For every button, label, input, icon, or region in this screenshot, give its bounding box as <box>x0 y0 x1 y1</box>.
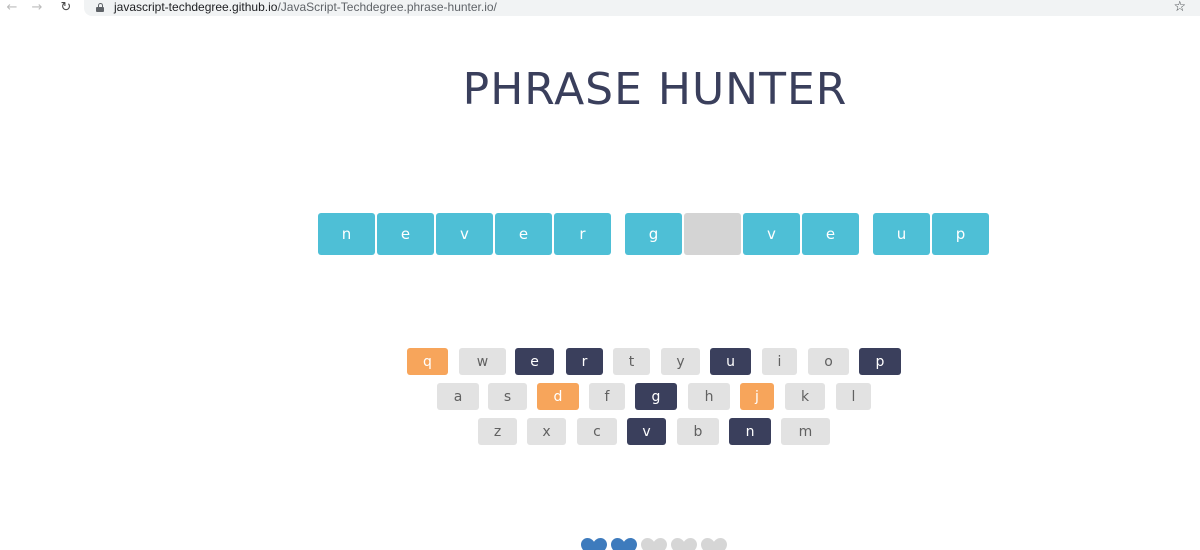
phrase-letter: r <box>554 213 611 255</box>
key-m[interactable]: m <box>781 418 830 445</box>
phrase-letter: n <box>318 213 375 255</box>
phrase-letter: v <box>436 213 493 255</box>
key-d[interactable]: d <box>537 383 579 410</box>
key-t[interactable]: t <box>613 348 650 375</box>
key-q[interactable]: q <box>407 348 448 375</box>
key-k[interactable]: k <box>785 383 825 410</box>
key-g[interactable]: g <box>635 383 677 410</box>
key-l[interactable]: l <box>836 383 871 410</box>
address-bar[interactable]: javascript-techdegree.github.io/JavaScri… <box>84 0 1200 16</box>
phrase-letter: g <box>625 213 682 255</box>
heart-lost-icon <box>671 538 697 550</box>
phrase-letter: e <box>495 213 552 255</box>
key-b[interactable]: b <box>677 418 719 445</box>
key-j[interactable]: j <box>740 383 774 410</box>
phrase-letter: p <box>932 213 989 255</box>
phrase-letter: e <box>802 213 859 255</box>
key-z[interactable]: z <box>478 418 517 445</box>
key-u[interactable]: u <box>710 348 751 375</box>
phrase-letter: u <box>873 213 930 255</box>
url-path: /JavaScript-Techdegree.phrase-hunter.io/ <box>277 0 497 14</box>
key-s[interactable]: s <box>488 383 527 410</box>
phrase-letter: e <box>377 213 434 255</box>
heart-icon <box>581 538 607 550</box>
back-arrow-icon[interactable]: ← <box>3 0 21 15</box>
key-c[interactable]: c <box>577 418 617 445</box>
key-v[interactable]: v <box>627 418 666 445</box>
lock-icon[interactable] <box>96 3 104 12</box>
phrase-letter: v <box>743 213 800 255</box>
browser-toolbar: ← → ↻ javascript-techdegree.github.io/Ja… <box>0 0 1200 17</box>
key-f[interactable]: f <box>589 383 625 410</box>
heart-icon <box>611 538 637 550</box>
page-title: PHRASE HUNTER <box>462 64 848 115</box>
key-p[interactable]: p <box>859 348 901 375</box>
key-y[interactable]: y <box>661 348 700 375</box>
url-host: javascript-techdegree.github.io <box>114 0 278 14</box>
phrase-letter-hidden <box>684 213 741 255</box>
reload-icon[interactable]: ↻ <box>57 0 75 15</box>
star-icon[interactable]: ☆ <box>1173 0 1186 15</box>
key-r[interactable]: r <box>566 348 603 375</box>
key-w[interactable]: w <box>459 348 506 375</box>
key-a[interactable]: a <box>437 383 479 410</box>
forward-arrow-icon[interactable]: → <box>28 0 46 15</box>
key-n[interactable]: n <box>729 418 771 445</box>
url-text[interactable]: javascript-techdegree.github.io/JavaScri… <box>114 1 497 14</box>
key-x[interactable]: x <box>527 418 566 445</box>
key-o[interactable]: o <box>808 348 849 375</box>
key-i[interactable]: i <box>762 348 797 375</box>
heart-lost-icon <box>641 538 667 550</box>
key-e[interactable]: e <box>515 348 554 375</box>
key-h[interactable]: h <box>688 383 730 410</box>
heart-lost-icon <box>701 538 727 550</box>
